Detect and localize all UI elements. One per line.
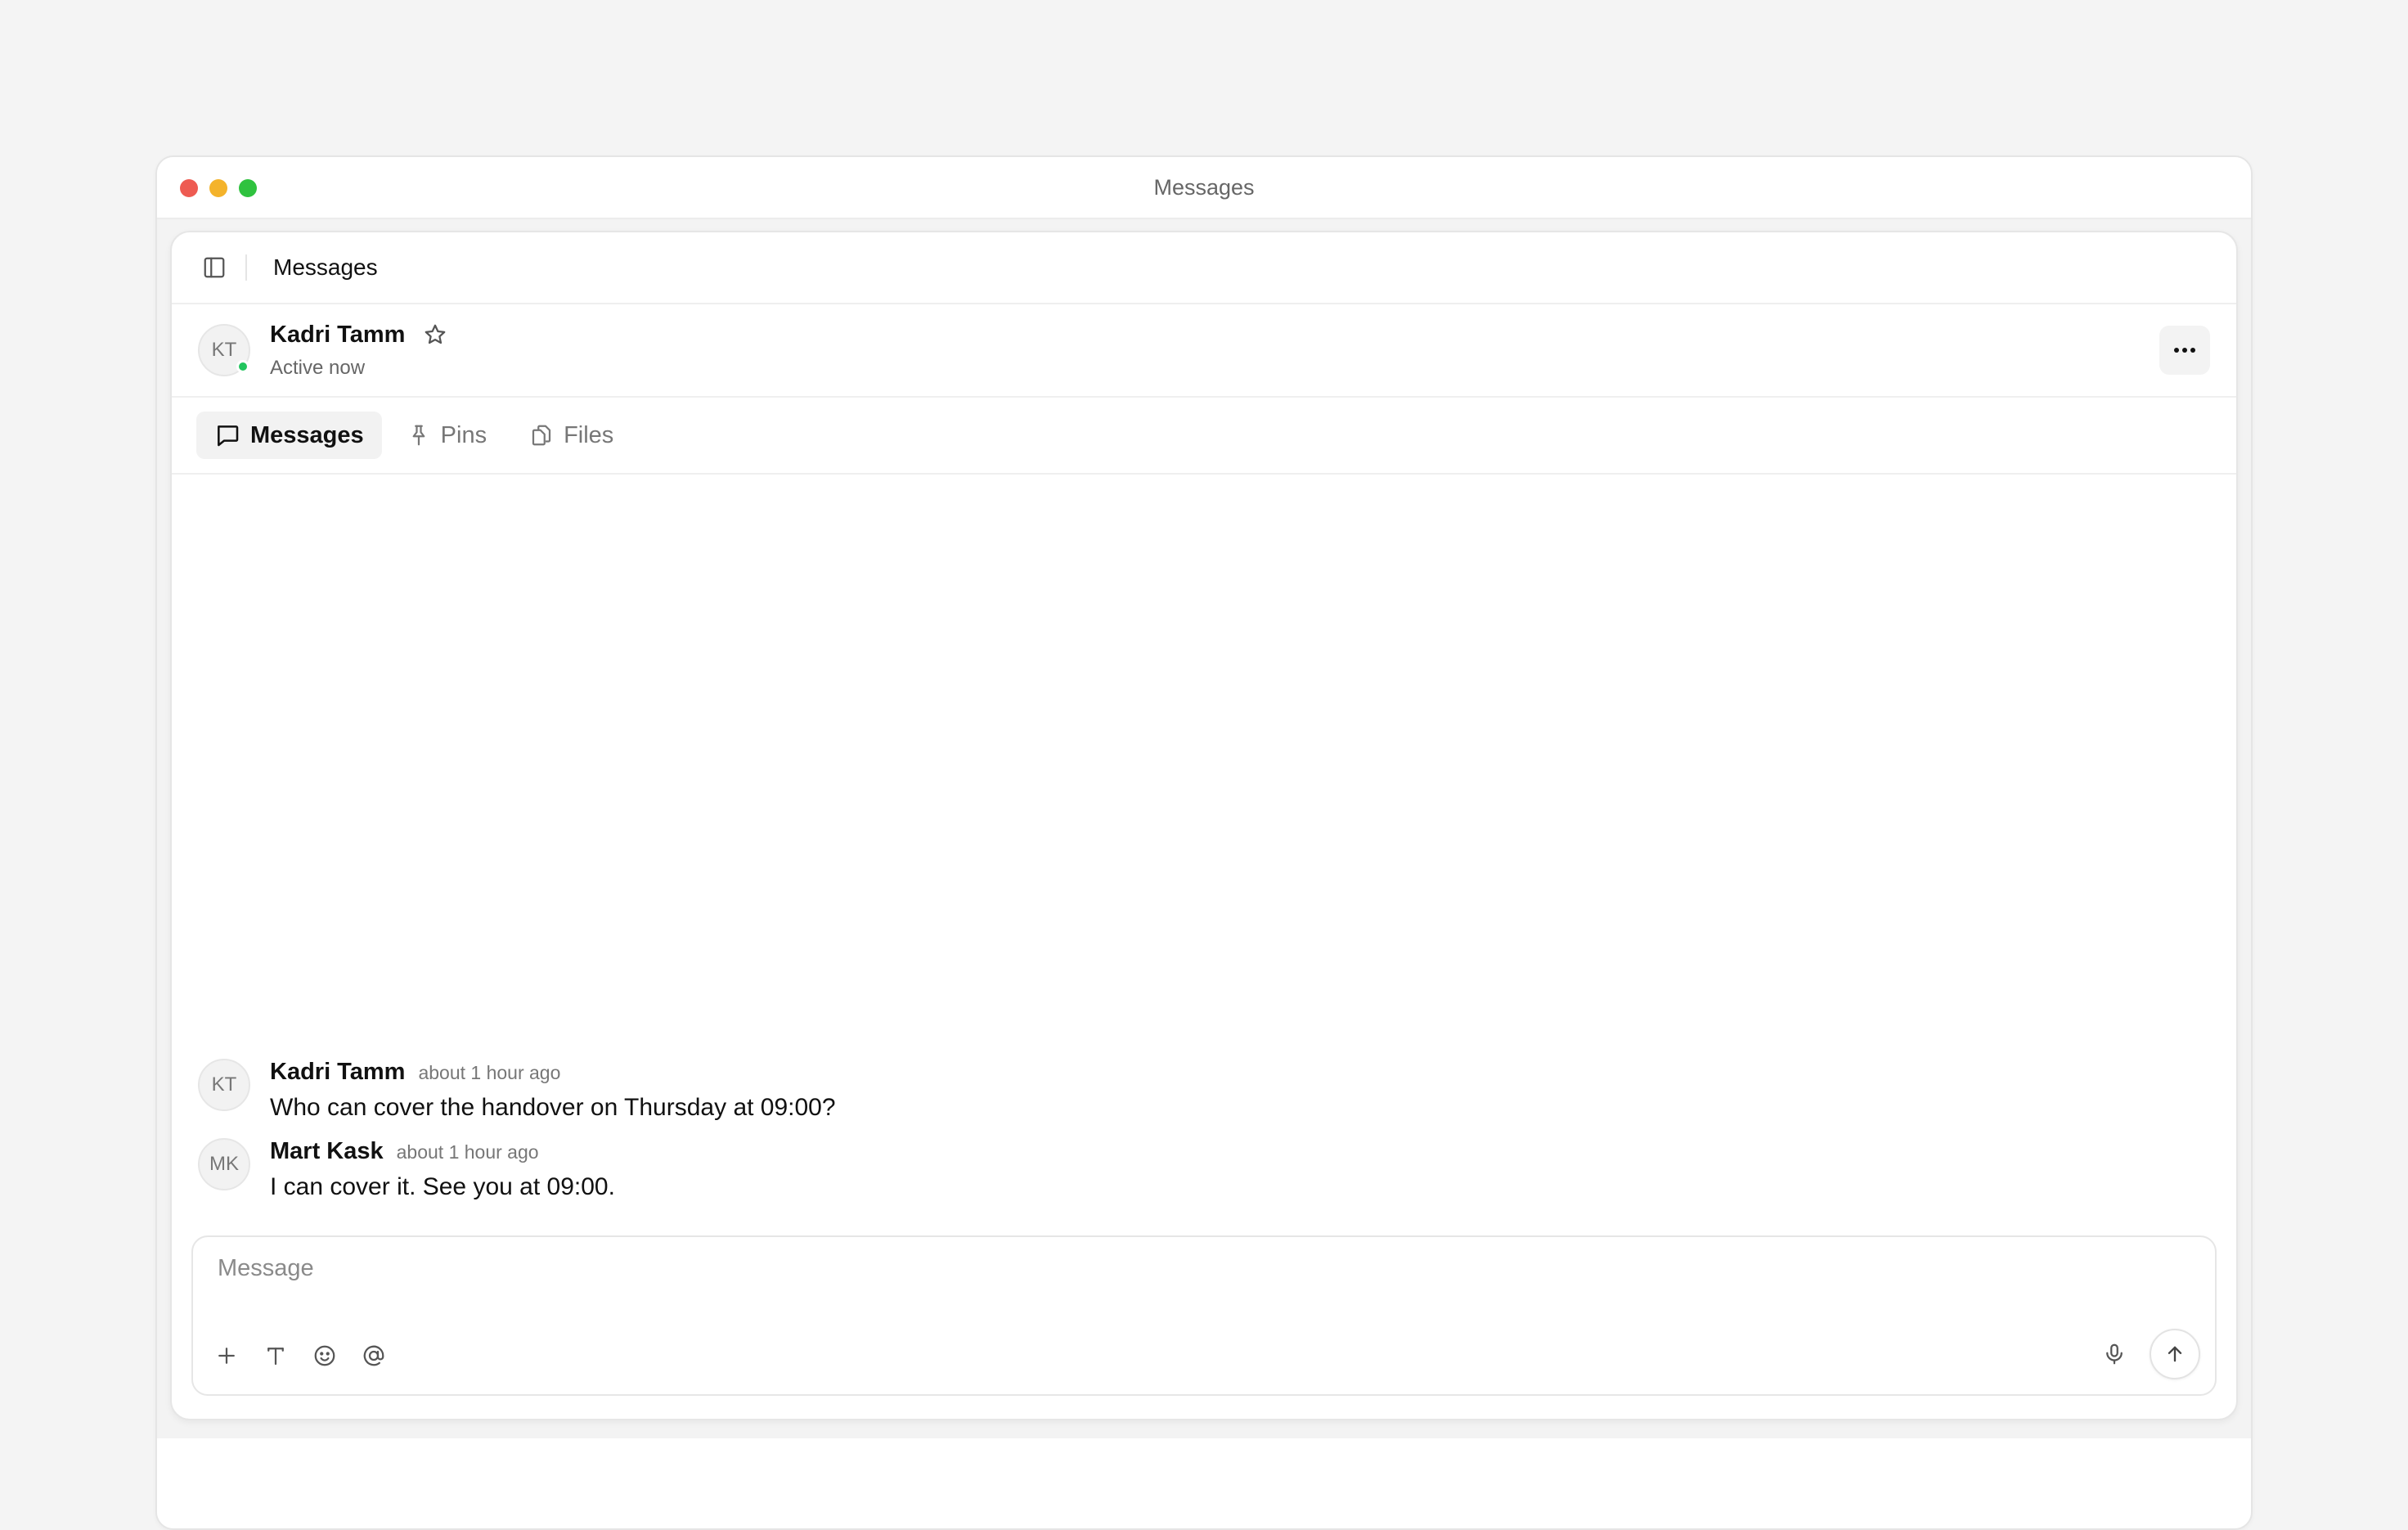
tab-label: Pins: [440, 421, 487, 448]
message-header: Mart Kask about 1 hour ago: [270, 1138, 615, 1165]
tab-pins[interactable]: Pins: [389, 412, 505, 459]
message-header: Kadri Tamm about 1 hour ago: [270, 1059, 836, 1086]
message-composer: [191, 1235, 2217, 1396]
plus-icon: [218, 1348, 235, 1364]
conversation-tabs: Messages Pins Files: [172, 398, 2236, 475]
contact-avatar[interactable]: KT: [198, 324, 250, 376]
sidebar-icon: [204, 257, 225, 278]
contact-name-row: Kadri Tamm: [270, 322, 447, 349]
sidebar-toggle-button[interactable]: [201, 254, 227, 281]
message-body: Kadri Tamm about 1 hour ago Who can cove…: [270, 1059, 836, 1122]
window-content: Messages KT Kadri Tamm Active now Messag…: [157, 219, 2251, 1528]
voice-message-button[interactable]: [2099, 1339, 2130, 1370]
top-bar: Messages: [172, 232, 2236, 304]
conversation-header: KT Kadri Tamm Active now: [172, 304, 2236, 398]
title-bar: Messages: [157, 157, 2251, 219]
author-avatar[interactable]: MK: [198, 1138, 250, 1190]
message-text: I can cover it. See you at 09:00.: [270, 1173, 615, 1200]
author-avatar[interactable]: KT: [198, 1059, 250, 1111]
message-timestamp: about 1 hour ago: [396, 1141, 539, 1163]
contact-info: Kadri Tamm Active now: [270, 322, 447, 380]
message-square-icon: [218, 425, 239, 447]
message-body: Mart Kask about 1 hour ago I can cover i…: [270, 1138, 615, 1201]
emoji-button[interactable]: [309, 1340, 340, 1371]
mention-button[interactable]: [358, 1340, 389, 1371]
add-attachment-button[interactable]: [211, 1340, 242, 1371]
window-footer: [157, 1438, 2251, 1528]
message-author[interactable]: Kadri Tamm: [270, 1059, 405, 1086]
composer-actions: [2099, 1329, 2200, 1379]
mention-icon: [363, 1345, 384, 1366]
tab-label: Files: [564, 421, 614, 448]
window-title: Messages: [1153, 174, 1255, 200]
message-list: KT Kadri Tamm about 1 hour ago Who can c…: [172, 1059, 2236, 1217]
app-window: Messages Messages KT Kadri Tamm Active n…: [155, 155, 2253, 1530]
tab-messages[interactable]: Messages: [196, 412, 382, 459]
tab-label: Messages: [250, 421, 364, 448]
chat-panel: Messages KT Kadri Tamm Active now Messag…: [170, 231, 2238, 1420]
microphone-icon: [2106, 1343, 2123, 1365]
maximize-window-button[interactable]: [239, 179, 257, 197]
window-controls: [180, 179, 257, 197]
message-item: MK Mart Kask about 1 hour ago I can cove…: [198, 1138, 2210, 1201]
close-window-button[interactable]: [180, 179, 198, 197]
message-text: Who can cover the handover on Thursday a…: [270, 1094, 836, 1121]
avatar-initials: KT: [211, 339, 237, 361]
text-format-button[interactable]: [260, 1340, 291, 1371]
tab-files[interactable]: Files: [511, 412, 631, 459]
pin-icon: [412, 425, 425, 446]
text-format-icon: [267, 1348, 284, 1366]
online-status-dot: [236, 360, 249, 373]
emoji-icon: [314, 1345, 335, 1366]
star-icon[interactable]: [423, 322, 447, 347]
contact-status: Active now: [270, 356, 366, 379]
avatar-initials: MK: [209, 1153, 239, 1175]
message-author[interactable]: Mart Kask: [270, 1138, 384, 1165]
minimize-window-button[interactable]: [209, 179, 227, 197]
divider: [245, 254, 247, 281]
composer-toolbar: [211, 1340, 389, 1371]
message-timestamp: about 1 hour ago: [418, 1062, 561, 1083]
contact-name[interactable]: Kadri Tamm: [270, 322, 405, 349]
send-arrow-icon: [2168, 1346, 2182, 1362]
more-horizontal-icon: [2174, 348, 2195, 353]
send-button[interactable]: [2150, 1329, 2200, 1379]
avatar-initials: KT: [211, 1073, 237, 1096]
page-title: Messages: [273, 254, 378, 280]
more-options-button[interactable]: [2159, 326, 2210, 375]
files-icon: [532, 425, 551, 446]
message-input[interactable]: [218, 1255, 2190, 1282]
message-item: KT Kadri Tamm about 1 hour ago Who can c…: [198, 1059, 2210, 1122]
